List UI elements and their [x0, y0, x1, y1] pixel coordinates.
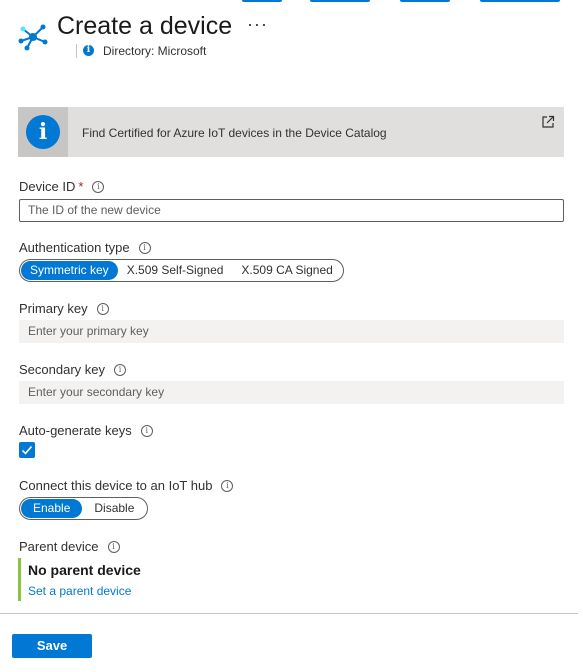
parent-device-label-text: Parent device [19, 539, 99, 554]
primary-key-label-text: Primary key [19, 301, 88, 316]
parent-device-value: No parent device [28, 562, 141, 578]
secondary-key-info-icon[interactable]: i [114, 363, 126, 376]
primary-key-placeholder: Enter your primary key [28, 324, 149, 338]
device-id-label: Device ID * i [19, 179, 105, 194]
set-parent-device-link[interactable]: Set a parent device [28, 584, 131, 598]
primary-key-input[interactable]: Enter your primary key [19, 320, 564, 343]
connect-hub-label-text: Connect this device to an IoT hub [19, 478, 213, 493]
device-catalog-banner[interactable]: i Find Certified for Azure IoT devices i… [18, 107, 564, 157]
iot-device-icon [18, 24, 48, 51]
secondary-key-input[interactable]: Enter your secondary key [19, 381, 564, 404]
parent-device-info-icon[interactable]: i [107, 540, 120, 553]
footer-divider [0, 613, 578, 614]
connect-hub-label: Connect this device to an IoT hub i [19, 478, 234, 493]
save-button[interactable]: Save [12, 634, 92, 658]
banner-icon-area: i [18, 107, 68, 157]
auto-generate-label: Auto-generate keys i [19, 423, 153, 438]
external-link-icon[interactable] [541, 115, 555, 129]
auth-option-x509-ca-signed[interactable]: X.509 CA Signed [232, 261, 341, 280]
checkmark-icon [21, 445, 33, 455]
device-id-placeholder: The ID of the new device [28, 203, 161, 217]
secondary-key-label-text: Secondary key [19, 362, 105, 377]
auth-type-label-text: Authentication type [19, 240, 130, 255]
device-id-input[interactable]: The ID of the new device [19, 199, 564, 222]
parent-device-accent-bar [18, 558, 21, 601]
secondary-key-placeholder: Enter your secondary key [28, 385, 165, 399]
auth-type-toggle[interactable]: Symmetric key X.509 Self-Signed X.509 CA… [19, 259, 344, 282]
auth-option-x509-self-signed[interactable]: X.509 Self-Signed [118, 261, 233, 280]
required-marker: * [78, 179, 84, 194]
connect-hub-info-icon[interactable]: i [221, 479, 234, 492]
device-id-label-text: Device ID [19, 179, 76, 194]
connect-hub-toggle[interactable]: Enable Disable [19, 497, 149, 520]
page-title: Create a device [57, 12, 233, 40]
directory-label: Directory: Microsoft [103, 44, 207, 58]
secondary-key-label: Secondary key i [19, 362, 126, 377]
directory-info-icon: i [83, 45, 94, 56]
primary-key-info-icon[interactable]: i [96, 302, 109, 315]
auto-generate-info-icon[interactable]: i [140, 424, 153, 437]
auto-generate-label-text: Auto-generate keys [19, 423, 132, 438]
more-options-button[interactable]: ··· [247, 14, 268, 35]
page-header: Create a device ··· i Directory: Microso… [0, 0, 583, 80]
banner-text: Find Certified for Azure IoT devices in … [82, 126, 387, 140]
connect-option-enable[interactable]: Enable [21, 499, 83, 518]
device-id-info-icon[interactable]: i [92, 180, 105, 193]
info-icon: i [26, 115, 60, 149]
auth-type-label: Authentication type i [19, 240, 151, 255]
auth-type-info-icon[interactable]: i [138, 241, 151, 254]
primary-key-label: Primary key i [19, 301, 109, 316]
directory-divider [76, 44, 77, 58]
connect-option-disable[interactable]: Disable [82, 499, 146, 518]
auth-option-symmetric-key[interactable]: Symmetric key [21, 261, 118, 280]
parent-device-label: Parent device i [19, 539, 120, 554]
auto-generate-checkbox[interactable] [19, 442, 35, 458]
